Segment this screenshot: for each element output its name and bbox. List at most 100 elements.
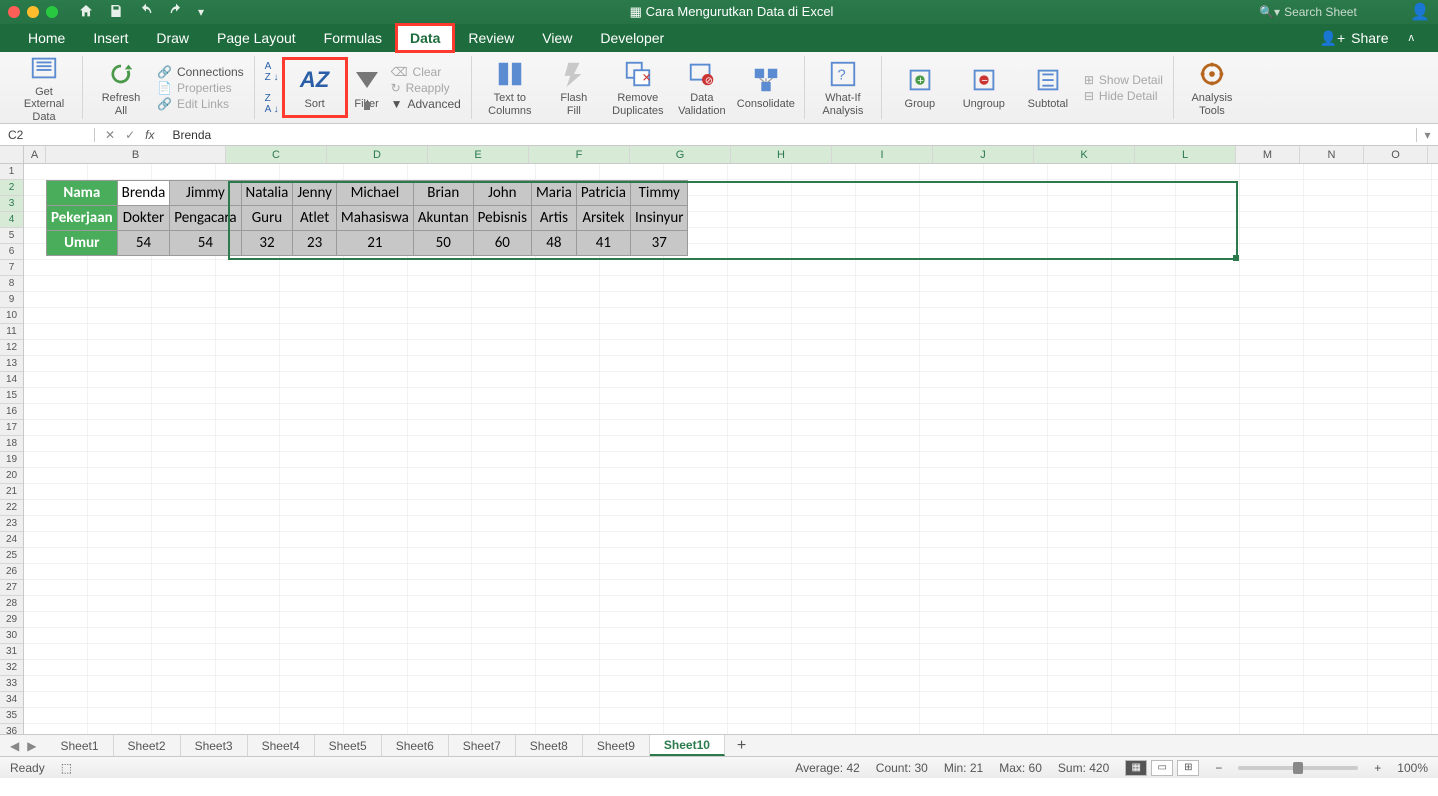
next-sheet-icon[interactable]: ▶ [27, 739, 36, 753]
row-23[interactable]: 23 [0, 516, 23, 532]
cell-K2[interactable]: Patricia [576, 181, 630, 206]
row-25[interactable]: 25 [0, 548, 23, 564]
zoom-level[interactable]: 100% [1397, 761, 1428, 775]
ungroup-button[interactable]: − Ungroup [956, 64, 1012, 111]
row-22[interactable]: 22 [0, 500, 23, 516]
zoom-out-button[interactable]: − [1215, 761, 1222, 775]
col-H[interactable]: H [731, 146, 832, 163]
sheet-tab-sheet3[interactable]: Sheet3 [181, 735, 248, 756]
tab-data[interactable]: Data [396, 24, 454, 52]
cell-K3[interactable]: Arsitek [576, 206, 630, 231]
col-M[interactable]: M [1236, 146, 1300, 163]
cell-F4[interactable]: 23 [293, 231, 337, 256]
row-7[interactable]: 7 [0, 260, 23, 276]
text-to-columns-button[interactable]: Text toColumns [482, 58, 538, 117]
row-33[interactable]: 33 [0, 676, 23, 692]
search-sheet[interactable]: 🔍▾ Search Sheet [1259, 5, 1404, 19]
row-31[interactable]: 31 [0, 644, 23, 660]
row-27[interactable]: 27 [0, 580, 23, 596]
page-layout-view-button[interactable]: ▭ [1151, 760, 1173, 776]
data-validation-button[interactable]: ⊘ DataValidation [674, 58, 730, 117]
row-35[interactable]: 35 [0, 708, 23, 724]
row-16[interactable]: 16 [0, 404, 23, 420]
prev-sheet-icon[interactable]: ◀ [10, 739, 19, 753]
col-A[interactable]: A [24, 146, 46, 163]
row-5[interactable]: 5 [0, 228, 23, 244]
undo-icon[interactable] [138, 3, 154, 22]
subtotal-button[interactable]: Subtotal [1020, 64, 1076, 111]
tab-review[interactable]: Review [454, 24, 528, 52]
normal-view-button[interactable]: ▦ [1125, 760, 1147, 776]
close-window-icon[interactable] [8, 6, 20, 18]
cell-G3[interactable]: Mahasiswa [336, 206, 413, 231]
cell-C2[interactable]: Brenda [117, 181, 170, 206]
col-I[interactable]: I [832, 146, 933, 163]
cell-L2[interactable]: Timmy [630, 181, 687, 206]
cancel-formula-icon[interactable]: ✕ [105, 128, 115, 142]
cell-I4[interactable]: 60 [473, 231, 531, 256]
sheet-tab-sheet7[interactable]: Sheet7 [449, 735, 516, 756]
cell-I2[interactable]: John [473, 181, 531, 206]
row-12[interactable]: 12 [0, 340, 23, 356]
row-21[interactable]: 21 [0, 484, 23, 500]
col-K[interactable]: K [1034, 146, 1135, 163]
refresh-all-button[interactable]: RefreshAll [93, 58, 149, 117]
formula-input[interactable]: Brenda [164, 128, 1416, 142]
sheet-tab-sheet9[interactable]: Sheet9 [583, 735, 650, 756]
fx-icon[interactable]: fx [145, 128, 154, 142]
minimize-window-icon[interactable] [27, 6, 39, 18]
zoom-slider[interactable] [1238, 766, 1358, 770]
sheet-tab-sheet6[interactable]: Sheet6 [382, 735, 449, 756]
home-icon[interactable] [78, 3, 94, 22]
row-18[interactable]: 18 [0, 436, 23, 452]
sheet-tab-sheet2[interactable]: Sheet2 [114, 735, 181, 756]
share-button[interactable]: 👤+ Share [1310, 24, 1399, 52]
cell-H3[interactable]: Akuntan [413, 206, 473, 231]
confirm-formula-icon[interactable]: ✓ [125, 128, 135, 142]
cell-B2[interactable]: Nama [47, 181, 118, 206]
analysis-tools-button[interactable]: AnalysisTools [1184, 58, 1240, 117]
row-29[interactable]: 29 [0, 612, 23, 628]
row-8[interactable]: 8 [0, 276, 23, 292]
row-26[interactable]: 26 [0, 564, 23, 580]
tab-formulas[interactable]: Formulas [310, 24, 396, 52]
cell-I3[interactable]: Pebisnis [473, 206, 531, 231]
sheet-tab-sheet8[interactable]: Sheet8 [516, 735, 583, 756]
row-34[interactable]: 34 [0, 692, 23, 708]
col-F[interactable]: F [529, 146, 630, 163]
tab-draw[interactable]: Draw [142, 24, 203, 52]
page-break-view-button[interactable]: ⊞ [1177, 760, 1199, 776]
col-E[interactable]: E [428, 146, 529, 163]
save-icon[interactable] [108, 3, 124, 22]
cell-H2[interactable]: Brian [413, 181, 473, 206]
cell-L4[interactable]: 37 [630, 231, 687, 256]
col-G[interactable]: G [630, 146, 731, 163]
select-all-corner[interactable] [0, 146, 24, 163]
what-if-analysis-button[interactable]: ? What-IfAnalysis [815, 58, 871, 117]
col-C[interactable]: C [226, 146, 327, 163]
col-D[interactable]: D [327, 146, 428, 163]
group-button[interactable]: + Group [892, 64, 948, 111]
row-32[interactable]: 32 [0, 660, 23, 676]
cell-F3[interactable]: Atlet [293, 206, 337, 231]
cell-J3[interactable]: Artis [531, 206, 576, 231]
cell-H4[interactable]: 50 [413, 231, 473, 256]
cell-D2[interactable]: Jimmy [170, 181, 241, 206]
zoom-in-button[interactable]: + [1374, 761, 1381, 775]
col-N[interactable]: N [1300, 146, 1364, 163]
row-15[interactable]: 15 [0, 388, 23, 404]
get-external-data-button[interactable]: Get ExternalData [16, 52, 72, 124]
row-17[interactable]: 17 [0, 420, 23, 436]
cell-G4[interactable]: 21 [336, 231, 413, 256]
advanced-filter-button[interactable]: ▼Advanced [391, 97, 461, 111]
user-icon[interactable]: 👤 [1410, 2, 1430, 22]
cell-C4[interactable]: 54 [117, 231, 170, 256]
sort-desc-button[interactable]: ZA ↓ [265, 93, 279, 115]
cell-J2[interactable]: Maria [531, 181, 576, 206]
row-14[interactable]: 14 [0, 372, 23, 388]
expand-formula-bar-icon[interactable]: ▾ [1416, 128, 1438, 142]
cell-G2[interactable]: Michael [336, 181, 413, 206]
row-9[interactable]: 9 [0, 292, 23, 308]
row-30[interactable]: 30 [0, 628, 23, 644]
name-box[interactable]: C2 [0, 128, 95, 142]
